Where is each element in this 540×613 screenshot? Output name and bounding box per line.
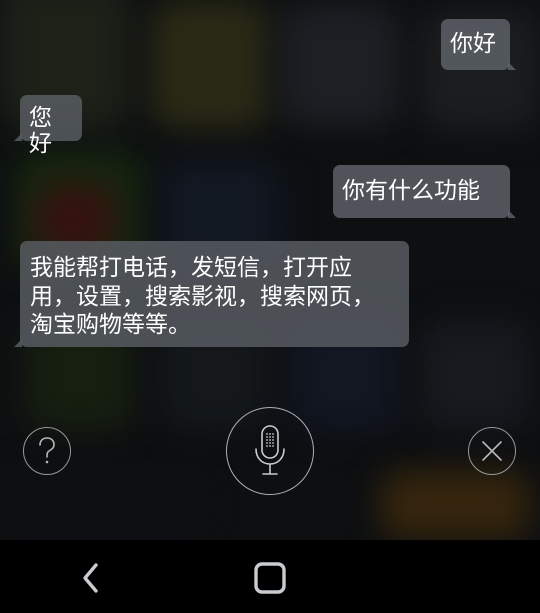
voice-assistant-screen: 你好 您好 你有什么功能 我能帮打电话，发短信，打开应用，设置，搜索影视，搜索网…: [0, 0, 540, 613]
back-button[interactable]: [68, 556, 112, 600]
conversation-area: 你好 您好 你有什么功能 我能帮打电话，发短信，打开应用，设置，搜索影视，搜索网…: [0, 0, 540, 400]
close-x-icon: [482, 441, 502, 461]
assistant-message-bubble: 您好: [14, 95, 82, 157]
user-message-bubble: 你有什么功能: [333, 165, 516, 218]
voice-input-button[interactable]: [226, 407, 314, 495]
back-chevron-icon: [83, 563, 98, 593]
question-mark-icon: [39, 437, 55, 464]
user-message-bubble: 你好: [441, 19, 516, 70]
assistant-message-bubble: 我能帮打电话，发短信，打开应用，设置，搜索影视，搜索网页，淘宝购物等等。: [14, 241, 409, 347]
close-button[interactable]: [468, 427, 516, 475]
system-navigation-bar: [0, 540, 540, 613]
help-button[interactable]: [23, 427, 71, 475]
microphone-icon: [255, 425, 285, 475]
home-button[interactable]: [248, 556, 292, 600]
home-square-icon: [254, 562, 286, 594]
